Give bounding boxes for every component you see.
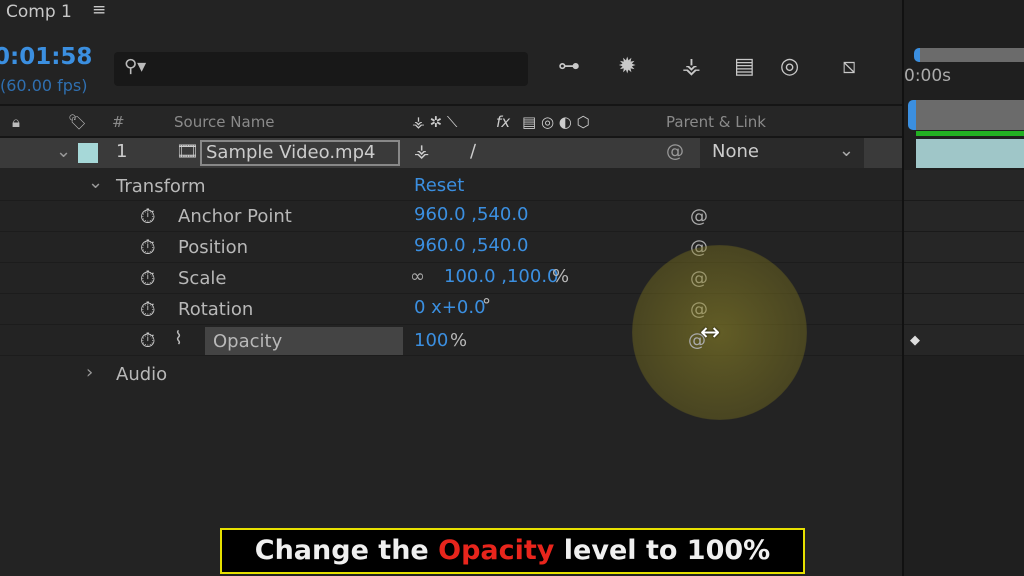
stopwatch-active-icon[interactable]: ⏱︎ [140, 328, 156, 352]
chevron-down-icon: ⌄ [838, 140, 854, 161]
reset-link[interactable]: Reset [414, 175, 464, 196]
switches-icons: ⚶ ✲ ⟍ [412, 113, 458, 131]
keyframe-icon[interactable]: ◆ [910, 333, 920, 348]
caption-text-end: level to 100% [554, 535, 771, 566]
track-row [904, 294, 1024, 325]
footage-icon: 🎞︎ [176, 141, 199, 162]
pickwhip-icon[interactable]: @ [666, 141, 684, 162]
property-name: Anchor Point [178, 206, 292, 227]
fps: (60.00 fps) [0, 76, 88, 95]
shy-switch-icon[interactable]: ⚶ [414, 141, 429, 162]
column-parent-link[interactable]: Parent & Link [666, 113, 766, 131]
stopwatch-icon[interactable]: ⏱︎ [140, 235, 156, 259]
fx-icon: fx [496, 113, 511, 131]
column-source-name[interactable]: Source Name [174, 113, 275, 131]
property-name: Scale [178, 268, 227, 289]
track-row [904, 170, 1024, 201]
property-row: ⏱︎ Anchor Point 960.0 ,540.0 @ [0, 201, 902, 232]
audio-label: Audio [116, 364, 168, 385]
panel-tab[interactable]: Comp 1 ≡ [0, 0, 902, 28]
search-input[interactable]: ⚲▾ [114, 52, 528, 86]
property-unit: % [450, 330, 468, 351]
shy-icon[interactable]: ⚶ [682, 54, 701, 79]
panel-title: Comp 1 [6, 2, 72, 22]
column-header: 🔒︎ 🏷︎ # Source Name ⚶ ✲ ⟍ fx ▤ ◎ ◐ ⬡ Par… [0, 104, 902, 138]
graph-icon[interactable]: ⌇ [174, 328, 183, 349]
label-color-swatch[interactable] [78, 143, 98, 163]
track-row [904, 325, 1024, 356]
pickwhip-icon[interactable]: @ [690, 206, 708, 227]
track-row [904, 263, 1024, 294]
constrain-link-icon[interactable]: ∞ [410, 266, 425, 287]
resize-cursor-icon: ↔ [700, 318, 721, 346]
track-row [904, 201, 1024, 232]
property-value[interactable]: 100 [414, 330, 448, 351]
collapse-chevron-icon[interactable]: ⌄ [56, 141, 71, 162]
property-value[interactable]: 960.0 ,540.0 [414, 235, 529, 256]
graph-editor-icon[interactable]: ⧅ [842, 54, 856, 79]
timecode[interactable]: 0:01:58 [0, 44, 92, 70]
stopwatch-icon[interactable]: ⏱︎ [140, 266, 156, 290]
time-navigator[interactable] [908, 100, 1024, 130]
mode-icons: ▤ ◎ ◐ ⬡ [522, 113, 590, 131]
property-unit: ° [482, 295, 491, 316]
draft-3d-icon[interactable]: ✹ [618, 54, 636, 79]
property-name: Rotation [178, 299, 254, 320]
layer-name[interactable]: Sample Video.mp4 [200, 140, 400, 166]
caption-banner: Change the Opacity level to 100% [220, 528, 805, 574]
frame-blending-icon[interactable]: ▤ [734, 54, 755, 79]
parent-dropdown[interactable]: None ⌄ [700, 138, 864, 168]
track-row [904, 232, 1024, 263]
quality-switch-icon[interactable]: ∕ [470, 141, 476, 162]
layer-bar[interactable] [916, 139, 1024, 168]
expand-chevron-icon[interactable]: ⌄ [88, 172, 103, 193]
property-value[interactable]: 960.0 ,540.0 [414, 204, 529, 225]
transform-label: Transform [116, 176, 206, 197]
timeline-panel[interactable]: 0:00s ◆ [902, 0, 1024, 576]
motion-blur-icon[interactable]: ◎ [780, 54, 799, 79]
property-unit: % [552, 266, 570, 287]
transform-group[interactable]: ⌄ Transform Reset [0, 170, 902, 201]
caption-text: Change the [254, 535, 439, 566]
stopwatch-icon[interactable]: ⏱︎ [140, 204, 156, 228]
ruler-label: 0:00s [904, 66, 952, 86]
parent-value: None [712, 141, 759, 162]
stopwatch-icon[interactable]: ⏱︎ [140, 297, 156, 321]
lock-icon[interactable]: 🔒︎ [12, 113, 20, 131]
property-value[interactable]: 100.0 ,100.0 [444, 266, 559, 287]
hamburger-icon[interactable]: ≡ [92, 0, 106, 20]
property-name[interactable]: Opacity [205, 327, 403, 355]
caption-highlight: Opacity [438, 535, 555, 566]
property-value[interactable]: 0 x+0.0 [414, 297, 486, 318]
layer-number: 1 [116, 141, 128, 162]
search-icon: ⚲▾ [124, 56, 147, 77]
expand-chevron-icon[interactable]: › [86, 362, 93, 383]
work-area-bar[interactable] [914, 48, 1024, 62]
layer-row[interactable]: ⌄ 1 🎞︎ Sample Video.mp4 ⚶ ∕ @ None ⌄ [0, 138, 902, 168]
render-bar [916, 131, 1024, 136]
flowchart-icon[interactable]: ⊶ [558, 54, 580, 79]
audio-group[interactable]: › Audio [0, 358, 902, 389]
property-name: Position [178, 237, 249, 258]
label-tag-icon[interactable]: 🏷︎ [68, 113, 87, 131]
column-number[interactable]: # [112, 113, 125, 131]
